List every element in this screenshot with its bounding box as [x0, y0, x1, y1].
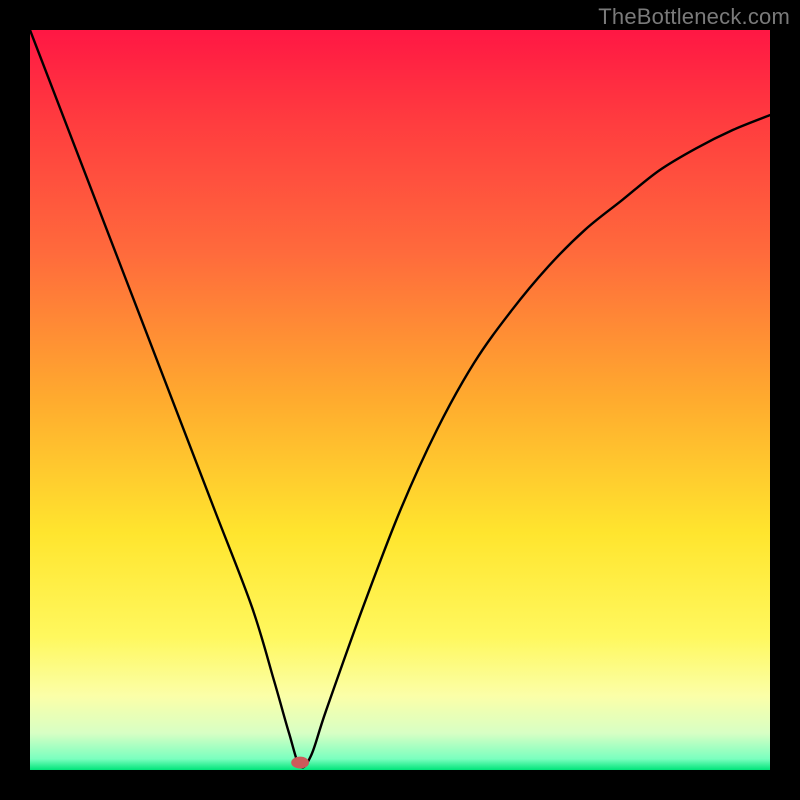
- bottleneck-marker: [291, 757, 309, 769]
- gradient-background: [30, 30, 770, 770]
- chart-frame: TheBottleneck.com: [0, 0, 800, 800]
- watermark-label: TheBottleneck.com: [598, 4, 790, 30]
- plot-area: [30, 30, 770, 770]
- chart-svg: [30, 30, 770, 770]
